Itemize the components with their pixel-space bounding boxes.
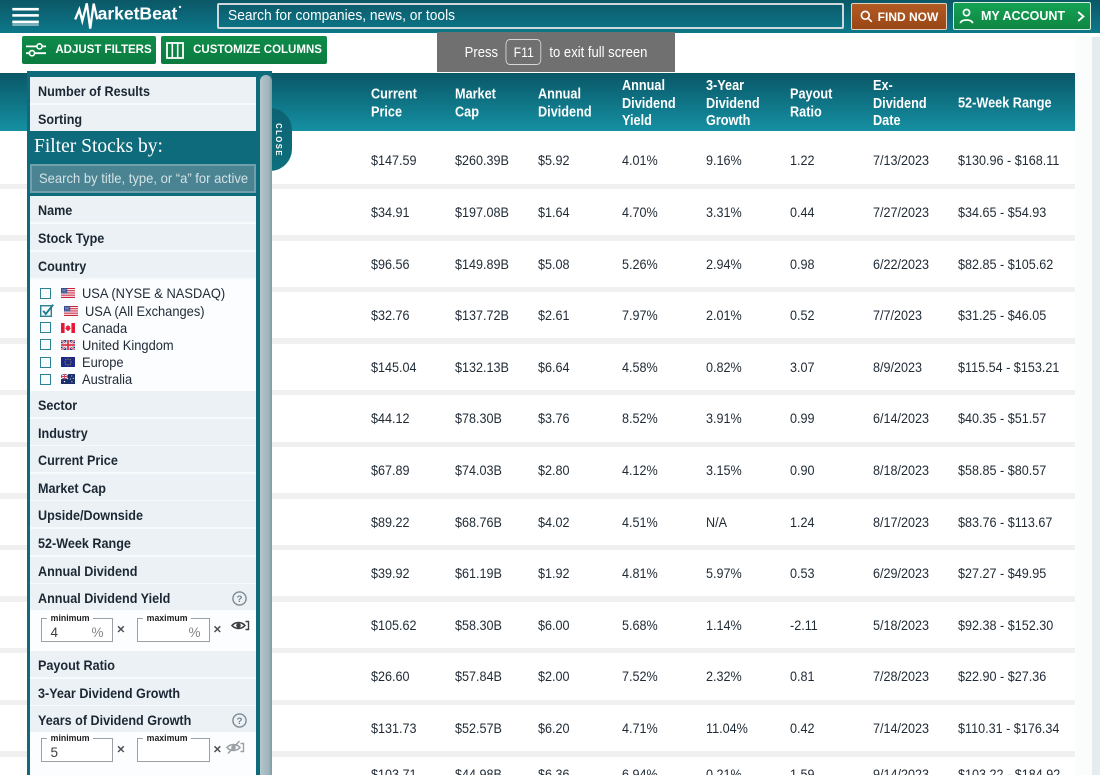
svg-text:arketBeat: arketBeat [98,4,178,24]
svg-text:?: ? [236,716,242,727]
svg-text:?: ? [236,594,242,605]
